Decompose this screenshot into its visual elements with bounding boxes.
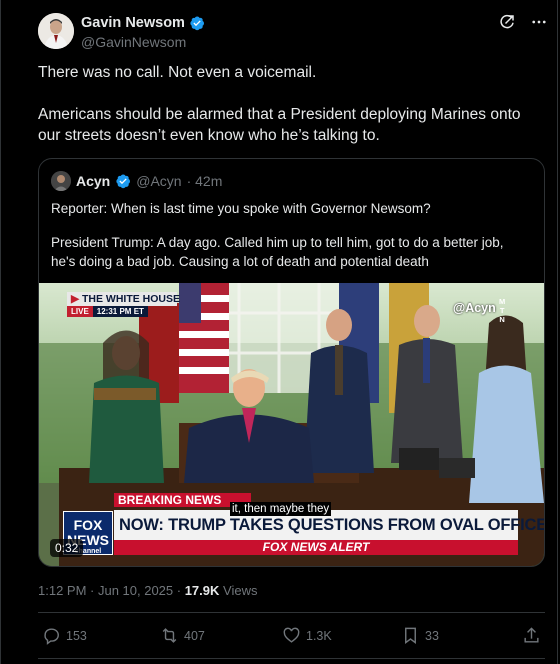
share-icon: [524, 627, 539, 643]
bookmark-icon: [405, 627, 416, 645]
mtn-logo: M T N: [499, 297, 506, 324]
video-player[interactable]: ▶ THE WHITE HOUSE LIVE 12:31 PM ET @Acyn…: [39, 283, 544, 566]
quoted-avatar[interactable]: [51, 171, 71, 191]
reply-icon: [44, 628, 59, 645]
repost-count: 407: [184, 628, 205, 643]
heart-icon: [283, 627, 300, 643]
post-container: Gavin Newsom @GavinNewsom There was no c…: [0, 0, 558, 664]
quoted-paragraph: President Trump: A day ago. Called him u…: [51, 235, 504, 269]
avatar[interactable]: [38, 13, 74, 49]
post-meta: 1:12 PM · Jun 10, 2025 · 17.9K Views: [38, 583, 257, 598]
repost-icon: [162, 628, 177, 643]
quoted-timestamp[interactable]: · 42m: [187, 173, 223, 189]
post-header: Gavin Newsom @GavinNewsom: [38, 13, 548, 53]
reply-count: 153: [66, 628, 87, 643]
share-button[interactable]: [522, 626, 541, 645]
bookmark-count: 33: [425, 628, 439, 643]
tweet-text: There was no call. Not even a voicemail.…: [38, 62, 538, 146]
verified-badge-icon: [116, 174, 131, 189]
play-triangle-icon: ▶: [71, 293, 80, 305]
quoted-author-name[interactable]: Acyn: [76, 173, 110, 189]
repost-button[interactable]: 407: [160, 626, 205, 645]
author-name[interactable]: Gavin Newsom: [81, 15, 185, 31]
reply-button[interactable]: 153: [42, 626, 87, 645]
tweet-paragraph: There was no call. Not even a voicemail.: [38, 64, 317, 81]
quoted-paragraph: Reporter: When is last time you spoke wi…: [51, 201, 431, 216]
video-caption: it, then maybe they: [230, 502, 332, 516]
divider: [38, 612, 545, 613]
news-alert-bar: FOX NEWS ALERT: [114, 540, 518, 555]
like-count: 1.3K: [306, 628, 332, 643]
video-duration: 0:32: [50, 539, 84, 557]
quoted-post-header: Acyn @Acyn · 42m: [51, 171, 222, 191]
post-timestamp[interactable]: 1:12 PM · Jun 10, 2025 ·: [38, 583, 185, 598]
verified-badge-icon: [190, 16, 204, 31]
action-bar: 153 407 1.3K 33: [38, 622, 543, 652]
avatar-image: [38, 13, 74, 49]
tweet-paragraph: Americans should be alarmed that a Presi…: [38, 106, 521, 144]
badge-title: THE WHITE HOUSE: [82, 293, 181, 305]
quoted-text: Reporter: When is last time you spoke wi…: [51, 199, 531, 271]
like-button[interactable]: 1.3K: [282, 626, 332, 645]
views-count: 17.9K: [184, 583, 220, 598]
badge-time: 12:31 PM ET: [92, 306, 148, 317]
bookmark-button[interactable]: 33: [401, 626, 439, 645]
quoted-author-handle[interactable]: @Acyn: [136, 173, 181, 189]
video-watermark: @Acyn: [453, 301, 496, 315]
badge-live: LIVE: [67, 306, 93, 317]
views-label: Views: [219, 583, 258, 598]
quoted-post[interactable]: Acyn @Acyn · 42m Reporter: When is last …: [38, 158, 545, 567]
more-icon[interactable]: [530, 13, 548, 36]
divider: [38, 658, 545, 659]
grok-icon[interactable]: [498, 13, 516, 36]
author-handle[interactable]: @GavinNewsom: [81, 34, 186, 50]
white-house-live-badge: ▶ THE WHITE HOUSE LIVE 12:31 PM ET: [67, 292, 181, 319]
